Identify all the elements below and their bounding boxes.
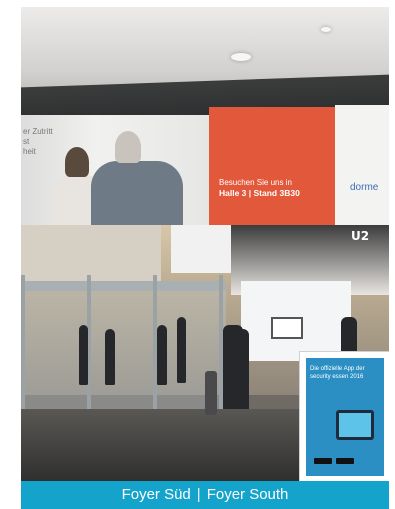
banner-headline: Besuchen Sie uns in Halle 3 | Stand 3B30 xyxy=(219,177,300,199)
visitor xyxy=(177,317,186,383)
banner-copy-line: er Zutritt xyxy=(23,127,53,136)
poster-panel: Die offizielle App der security essen 20… xyxy=(306,358,384,476)
banner-man xyxy=(91,161,183,227)
play-store-badge-icon xyxy=(336,458,354,464)
phone-screen xyxy=(339,413,371,437)
photo: er Zutritt st heit Besuchen Sie uns in H… xyxy=(21,7,389,481)
banner-headline-line2: Halle 3 | Stand 3B30 xyxy=(219,188,300,198)
visitor xyxy=(237,329,249,415)
banner-copy-line: st xyxy=(23,137,30,146)
banner-photo-panel: er Zutritt st heit xyxy=(21,115,209,227)
visitor xyxy=(157,325,167,385)
visitor xyxy=(79,325,88,385)
door-frame xyxy=(21,275,25,417)
caption-separator: | xyxy=(196,486,201,503)
ceiling-light xyxy=(231,53,251,61)
banner-headline-line1: Besuchen Sie uns in xyxy=(219,178,292,187)
caption-left: Foyer Süd xyxy=(121,486,191,503)
visitor xyxy=(105,329,115,385)
door-lintel xyxy=(21,281,226,291)
booth xyxy=(21,225,161,285)
display-screen xyxy=(271,317,303,339)
poster-text: Die offizielle App der security essen 20… xyxy=(310,366,365,380)
phone-icon xyxy=(336,410,374,440)
caption-right: Foyer South xyxy=(206,486,289,503)
banner-man-head xyxy=(115,131,141,163)
caption-bar: Foyer Süd | Foyer South xyxy=(21,481,389,509)
banner-copy-line: heit xyxy=(23,147,36,156)
glass-front xyxy=(21,285,226,410)
app-poster: Die offizielle App der security essen 20… xyxy=(299,351,389,481)
app-store-badge-icon xyxy=(314,458,332,464)
banner-brand-panel: dorme xyxy=(335,105,389,227)
waste-bin xyxy=(205,371,217,415)
banner-red-panel: Besuchen Sie uns in Halle 3 | Stand 3B30 xyxy=(209,107,335,227)
booth xyxy=(171,225,231,273)
booth-sign: U2 xyxy=(351,229,370,243)
banner-left-copy: er Zutritt st heit xyxy=(23,127,53,157)
brand-logo-text: dorme xyxy=(350,182,379,193)
banner-woman-head xyxy=(65,147,89,177)
ceiling-light xyxy=(321,27,331,32)
